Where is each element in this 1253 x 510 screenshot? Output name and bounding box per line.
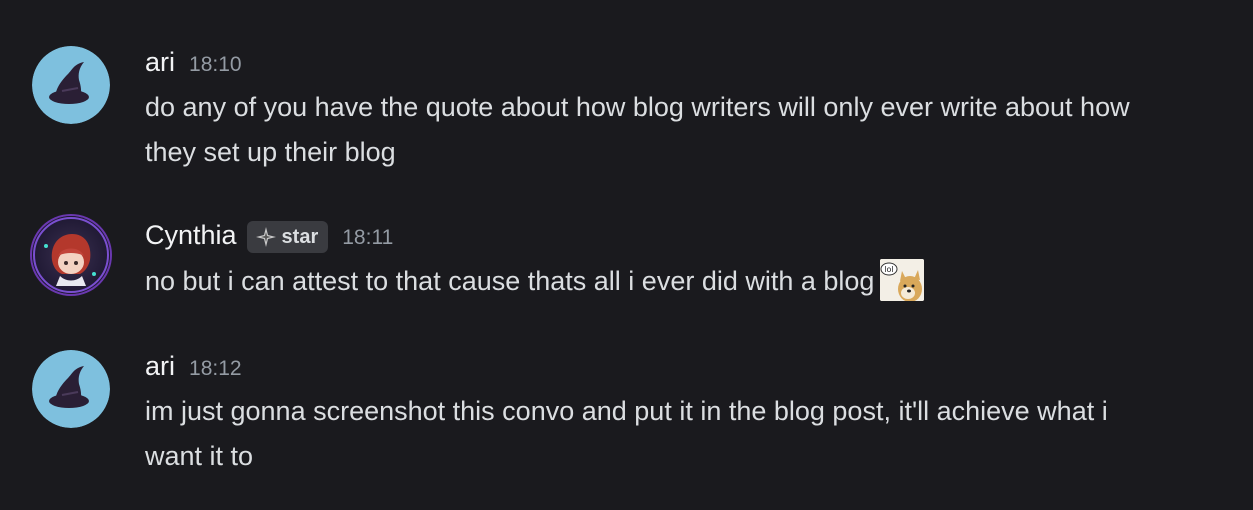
username[interactable]: ari [145,351,175,382]
svg-text:lol: lol [885,265,894,274]
timestamp[interactable]: 18:10 [189,53,242,77]
message-text-wrapper: no but i can attest to that cause thats … [145,259,1145,304]
sparkle-icon [255,226,277,248]
avatar[interactable] [32,216,110,294]
username[interactable]: ari [145,47,175,78]
witch-hat-icon [32,350,110,428]
message-text: im just gonna screenshot this convo and … [145,396,1108,471]
doge-lol-emoji[interactable]: lol [880,259,925,301]
role-badge[interactable]: star [246,221,329,253]
message-header: ari 18:10 [145,47,242,81]
badge-label: star [281,225,319,248]
username[interactable]: Cynthia [145,220,237,251]
timestamp[interactable]: 18:11 [342,226,393,250]
timestamp[interactable]: 18:12 [189,357,242,381]
message-header: Cynthia star 18:11 [145,220,393,254]
message-text: no but i can attest to that cause thats … [145,266,875,296]
avatar[interactable] [32,46,110,124]
witch-hat-icon [32,46,110,124]
message-header: ari 18:12 [145,351,242,385]
avatar[interactable] [32,350,110,428]
anime-avatar [32,216,110,294]
message-text: do any of you have the quote about how b… [145,92,1130,167]
